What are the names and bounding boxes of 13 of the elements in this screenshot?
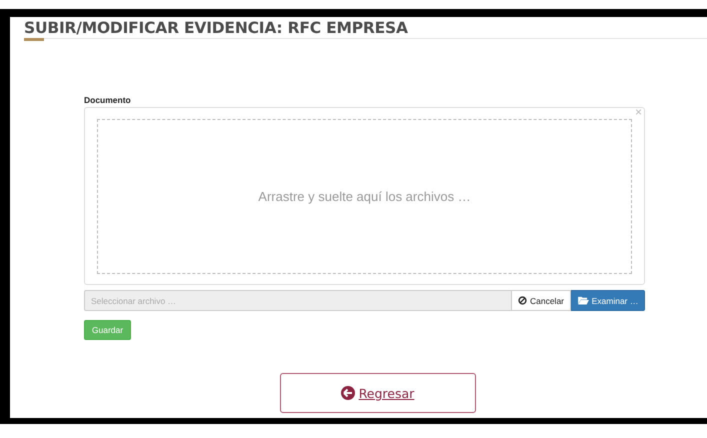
save-button[interactable]: Guardar [84,320,131,340]
drop-zone[interactable]: Arrastre y suelte aquí los archivos … [97,119,632,274]
arrow-left-circle-icon [340,386,355,400]
browse-button[interactable]: Examinar … [571,290,645,311]
folder-icon [578,296,589,305]
cancel-button[interactable]: Cancelar [512,290,571,311]
drop-zone-text: Arrastre y suelte aquí los archivos … [258,189,471,204]
title-accent-bar [24,38,44,41]
back-button[interactable]: Regresar [280,373,476,413]
ban-icon [518,296,527,305]
page-title: SUBIR/MODIFICAR EVIDENCIA: RFC EMPRESA [24,18,409,37]
field-label: Documento [84,95,132,107]
file-name-field[interactable]: Seleccionar archivo … [84,290,512,311]
